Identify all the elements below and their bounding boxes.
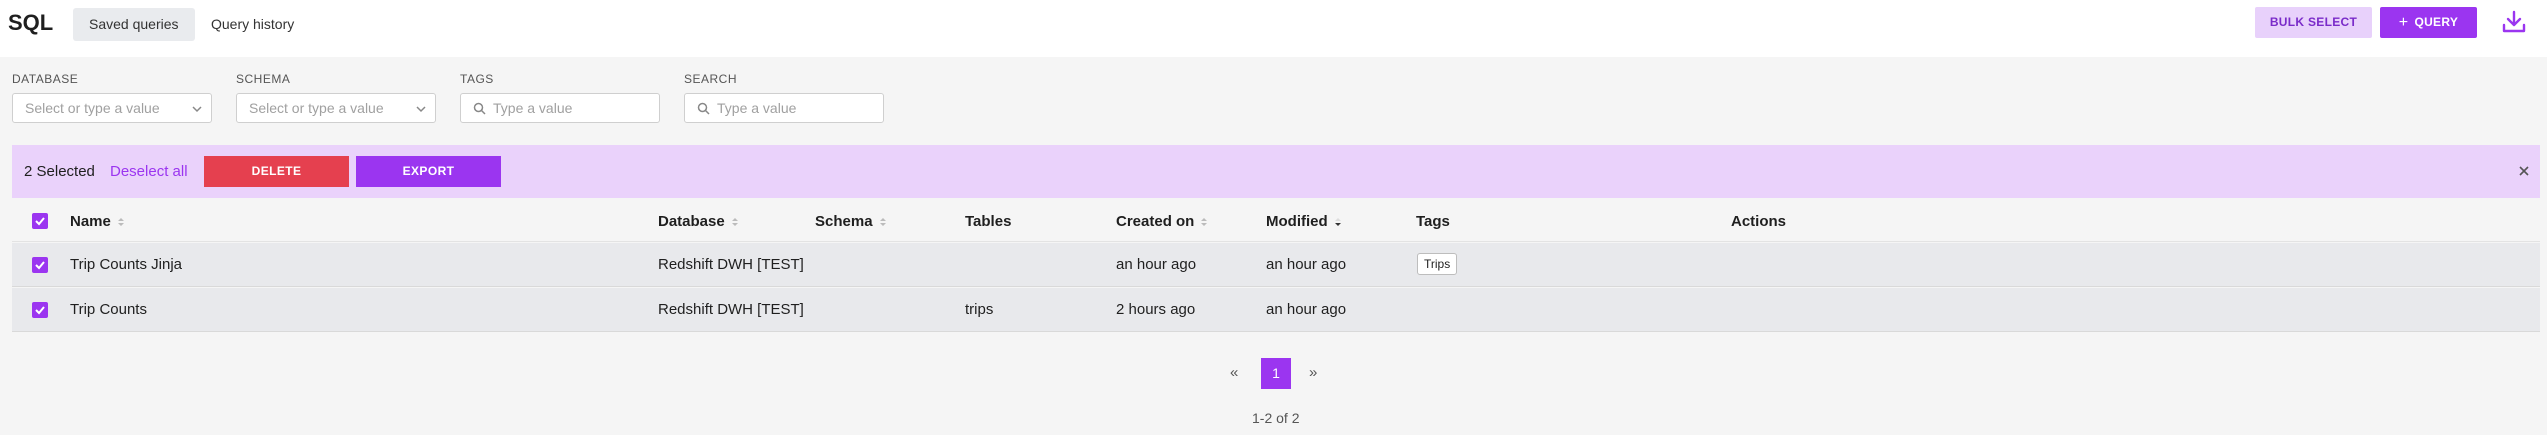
schema-select-placeholder: Select or type a value <box>249 100 384 116</box>
bulk-selection-bar: 2 Selected Deselect all DELETE EXPORT <box>12 145 2540 198</box>
column-header-tags-label: Tags <box>1416 213 1450 230</box>
query-modified: an hour ago <box>1266 301 1347 318</box>
check-icon <box>35 261 45 270</box>
selected-count: 2 Selected <box>24 163 95 180</box>
column-header-schema-label: Schema <box>815 213 873 230</box>
query-created-on: an hour ago <box>1116 256 1197 273</box>
column-header-created-on[interactable]: Created on <box>1116 213 1208 230</box>
download-button[interactable] <box>2500 8 2528 36</box>
pagination-page[interactable]: 1 <box>1261 358 1291 389</box>
sort-icon <box>879 217 886 226</box>
schema-select[interactable]: Select or type a value <box>236 93 436 123</box>
check-icon <box>35 217 45 226</box>
query-modified: an hour ago <box>1266 256 1347 273</box>
chevron-down-icon <box>416 106 426 113</box>
query-database: Redshift DWH [TEST] <box>658 301 804 318</box>
pagination-range: 1-2 of 2 <box>1252 410 1300 426</box>
sort-icon <box>1201 217 1208 226</box>
column-header-name-label: Name <box>70 213 111 230</box>
table-row[interactable]: Trip Counts Redshift DWH [TEST] trips 2 … <box>12 288 2540 332</box>
page-title: SQL <box>8 10 54 35</box>
database-select-placeholder: Select or type a value <box>25 100 160 116</box>
query-name[interactable]: Trip Counts Jinja <box>70 256 182 273</box>
tab-saved-queries[interactable]: Saved queries <box>73 8 195 41</box>
search-filter-label: SEARCH <box>684 72 738 86</box>
search-icon <box>473 102 486 115</box>
column-header-modified[interactable]: Modified <box>1266 213 1342 230</box>
database-filter-label: DATABASE <box>12 72 79 86</box>
top-header: SQL Saved queries Query history BULK SEL… <box>0 0 2547 57</box>
tags-input[interactable]: Type a value <box>460 93 660 123</box>
column-header-schema[interactable]: Schema <box>815 213 887 230</box>
schema-filter: SCHEMA Select or type a value <box>236 72 436 123</box>
database-select[interactable]: Select or type a value <box>12 93 212 123</box>
pagination-prev[interactable]: « <box>1230 364 1238 381</box>
tags-input-placeholder: Type a value <box>493 100 573 116</box>
row-checkbox[interactable] <box>32 257 48 273</box>
close-icon[interactable] <box>2514 161 2534 181</box>
tab-query-history[interactable]: Query history <box>195 8 310 41</box>
tag-badge: Trips <box>1417 253 1458 275</box>
column-header-tables-label: Tables <box>965 213 1012 230</box>
add-query-label: QUERY <box>2414 15 2459 29</box>
column-header-database[interactable]: Database <box>658 213 739 230</box>
column-header-tags: Tags <box>1416 213 1450 230</box>
download-icon <box>2502 10 2526 33</box>
tags-filter-label: TAGS <box>460 72 494 86</box>
sort-icon <box>731 217 738 226</box>
search-filter: SEARCH Type a value <box>684 72 884 123</box>
tags-filter: TAGS Type a value <box>460 72 660 123</box>
query-database: Redshift DWH [TEST] <box>658 256 804 273</box>
select-all-checkbox[interactable] <box>32 213 48 229</box>
table-header: Name Database Schema Tables Created on M… <box>12 200 2540 242</box>
query-tables: trips <box>965 301 994 318</box>
column-header-created-on-label: Created on <box>1116 213 1195 230</box>
column-header-tables: Tables <box>965 213 1011 230</box>
query-created-on: 2 hours ago <box>1116 301 1196 318</box>
column-header-name[interactable]: Name <box>70 213 125 230</box>
row-checkbox[interactable] <box>32 302 48 318</box>
export-button[interactable]: EXPORT <box>356 156 501 187</box>
table-row[interactable]: Trip Counts Jinja Redshift DWH [TEST] an… <box>12 243 2540 287</box>
plus-icon: + <box>2398 13 2409 31</box>
add-query-button[interactable]: + QUERY <box>2380 7 2477 38</box>
search-icon <box>697 102 710 115</box>
query-name[interactable]: Trip Counts <box>70 301 147 318</box>
column-header-actions-label: Actions <box>1731 213 1787 230</box>
pagination-next[interactable]: » <box>1309 364 1317 381</box>
database-filter: DATABASE Select or type a value <box>12 72 212 123</box>
delete-button[interactable]: DELETE <box>204 156 349 187</box>
sort-descending-icon <box>1334 217 1341 226</box>
schema-filter-label: SCHEMA <box>236 72 291 86</box>
chevron-down-icon <box>192 106 202 113</box>
column-header-actions: Actions <box>1731 213 1786 230</box>
search-input-placeholder: Type a value <box>717 100 797 116</box>
bulk-select-button[interactable]: BULK SELECT <box>2255 7 2372 38</box>
column-header-database-label: Database <box>658 213 725 230</box>
check-icon <box>35 306 45 315</box>
sort-icon <box>117 217 124 226</box>
column-header-modified-label: Modified <box>1266 213 1328 230</box>
deselect-all-link[interactable]: Deselect all <box>110 163 188 180</box>
search-input[interactable]: Type a value <box>684 93 884 123</box>
